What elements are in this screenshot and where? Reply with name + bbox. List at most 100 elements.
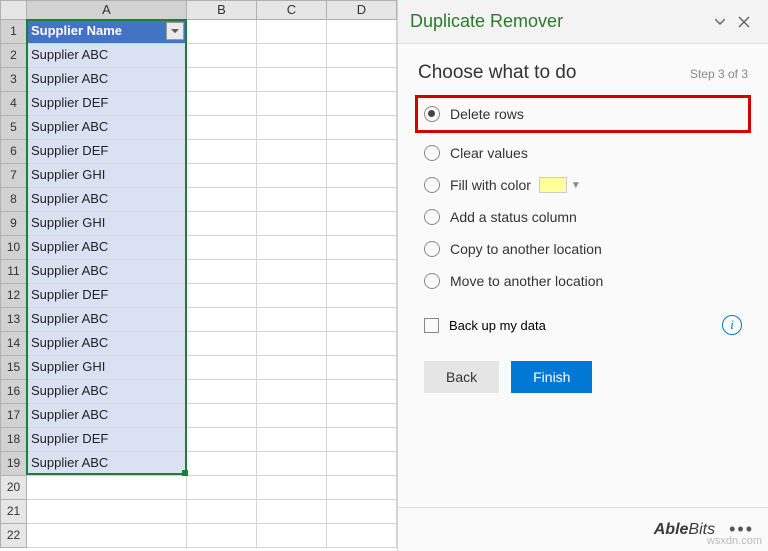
row-header[interactable]: 11: [0, 260, 27, 284]
cell[interactable]: [327, 332, 397, 356]
option-copy-location[interactable]: Copy to another location: [418, 233, 748, 265]
option-move-location[interactable]: Move to another location: [418, 265, 748, 297]
data-cell[interactable]: Supplier ABC: [27, 188, 187, 212]
cell[interactable]: [27, 476, 187, 500]
option-delete-rows[interactable]: Delete rows: [415, 95, 751, 133]
data-cell[interactable]: Supplier ABC: [27, 452, 187, 476]
cell[interactable]: [187, 476, 257, 500]
cell[interactable]: [257, 452, 327, 476]
cell[interactable]: [187, 164, 257, 188]
col-header-b[interactable]: B: [187, 0, 257, 20]
cell[interactable]: [187, 68, 257, 92]
cell[interactable]: [327, 356, 397, 380]
row-header[interactable]: 15: [0, 356, 27, 380]
cell[interactable]: [257, 476, 327, 500]
data-cell[interactable]: Supplier ABC: [27, 380, 187, 404]
data-cell[interactable]: Supplier ABC: [27, 236, 187, 260]
cell[interactable]: [257, 308, 327, 332]
data-cell[interactable]: Supplier ABC: [27, 260, 187, 284]
row-header[interactable]: 1: [0, 20, 27, 44]
cell[interactable]: [27, 500, 187, 524]
cell[interactable]: [187, 284, 257, 308]
cell[interactable]: [187, 44, 257, 68]
row-header[interactable]: 7: [0, 164, 27, 188]
back-button[interactable]: Back: [424, 361, 499, 393]
cell[interactable]: [327, 68, 397, 92]
cell[interactable]: [327, 476, 397, 500]
cell[interactable]: [257, 20, 327, 44]
cell[interactable]: [327, 188, 397, 212]
data-cell[interactable]: Supplier ABC: [27, 68, 187, 92]
cell[interactable]: [257, 524, 327, 548]
cell[interactable]: [187, 92, 257, 116]
cell[interactable]: [327, 140, 397, 164]
col-header-c[interactable]: C: [257, 0, 327, 20]
filter-button[interactable]: [166, 22, 184, 40]
cell[interactable]: [257, 332, 327, 356]
info-icon[interactable]: i: [722, 315, 742, 335]
cell[interactable]: [327, 44, 397, 68]
row-header[interactable]: 3: [0, 68, 27, 92]
cell[interactable]: [257, 428, 327, 452]
row-header[interactable]: 12: [0, 284, 27, 308]
cell[interactable]: [187, 500, 257, 524]
cell[interactable]: [257, 212, 327, 236]
cell[interactable]: [187, 332, 257, 356]
data-cell[interactable]: Supplier ABC: [27, 308, 187, 332]
cell[interactable]: [187, 380, 257, 404]
option-add-status-column[interactable]: Add a status column: [418, 201, 748, 233]
row-header[interactable]: 17: [0, 404, 27, 428]
row-header[interactable]: 2: [0, 44, 27, 68]
data-cell[interactable]: Supplier DEF: [27, 140, 187, 164]
col-header-a[interactable]: A: [27, 0, 187, 20]
table-header-cell[interactable]: Supplier Name: [27, 20, 187, 44]
cell[interactable]: [257, 44, 327, 68]
select-all-corner[interactable]: [0, 0, 27, 20]
data-cell[interactable]: Supplier GHI: [27, 164, 187, 188]
row-header[interactable]: 16: [0, 380, 27, 404]
cell[interactable]: [257, 500, 327, 524]
finish-button[interactable]: Finish: [511, 361, 592, 393]
row-header[interactable]: 21: [0, 500, 27, 524]
cell[interactable]: [187, 140, 257, 164]
cell[interactable]: [187, 428, 257, 452]
cell[interactable]: [257, 236, 327, 260]
cell[interactable]: [327, 524, 397, 548]
cell[interactable]: [327, 116, 397, 140]
row-header[interactable]: 10: [0, 236, 27, 260]
cell[interactable]: [327, 284, 397, 308]
cell[interactable]: [257, 260, 327, 284]
cell[interactable]: [257, 116, 327, 140]
cell[interactable]: [257, 284, 327, 308]
row-header[interactable]: 14: [0, 332, 27, 356]
data-cell[interactable]: Supplier ABC: [27, 44, 187, 68]
cell[interactable]: [327, 308, 397, 332]
cell[interactable]: [327, 260, 397, 284]
option-clear-values[interactable]: Clear values: [418, 137, 748, 169]
cell[interactable]: [327, 500, 397, 524]
chevron-down-icon[interactable]: ▼: [571, 180, 581, 191]
data-cell[interactable]: Supplier DEF: [27, 428, 187, 452]
cell[interactable]: [327, 164, 397, 188]
cell[interactable]: [257, 404, 327, 428]
data-cell[interactable]: Supplier DEF: [27, 92, 187, 116]
col-header-d[interactable]: D: [327, 0, 397, 20]
cell[interactable]: [187, 20, 257, 44]
data-cell[interactable]: Supplier DEF: [27, 284, 187, 308]
cell[interactable]: [257, 164, 327, 188]
cell[interactable]: [327, 404, 397, 428]
cell[interactable]: [187, 404, 257, 428]
data-cell[interactable]: Supplier ABC: [27, 332, 187, 356]
row-header[interactable]: 8: [0, 188, 27, 212]
cell[interactable]: [257, 380, 327, 404]
cell[interactable]: [187, 188, 257, 212]
cell[interactable]: [187, 236, 257, 260]
cell[interactable]: [187, 452, 257, 476]
row-header[interactable]: 13: [0, 308, 27, 332]
cell[interactable]: [187, 524, 257, 548]
option-fill-color[interactable]: Fill with color ▼: [418, 169, 748, 201]
row-header[interactable]: 4: [0, 92, 27, 116]
cell[interactable]: [257, 92, 327, 116]
cell[interactable]: [327, 452, 397, 476]
data-cell[interactable]: Supplier GHI: [27, 212, 187, 236]
